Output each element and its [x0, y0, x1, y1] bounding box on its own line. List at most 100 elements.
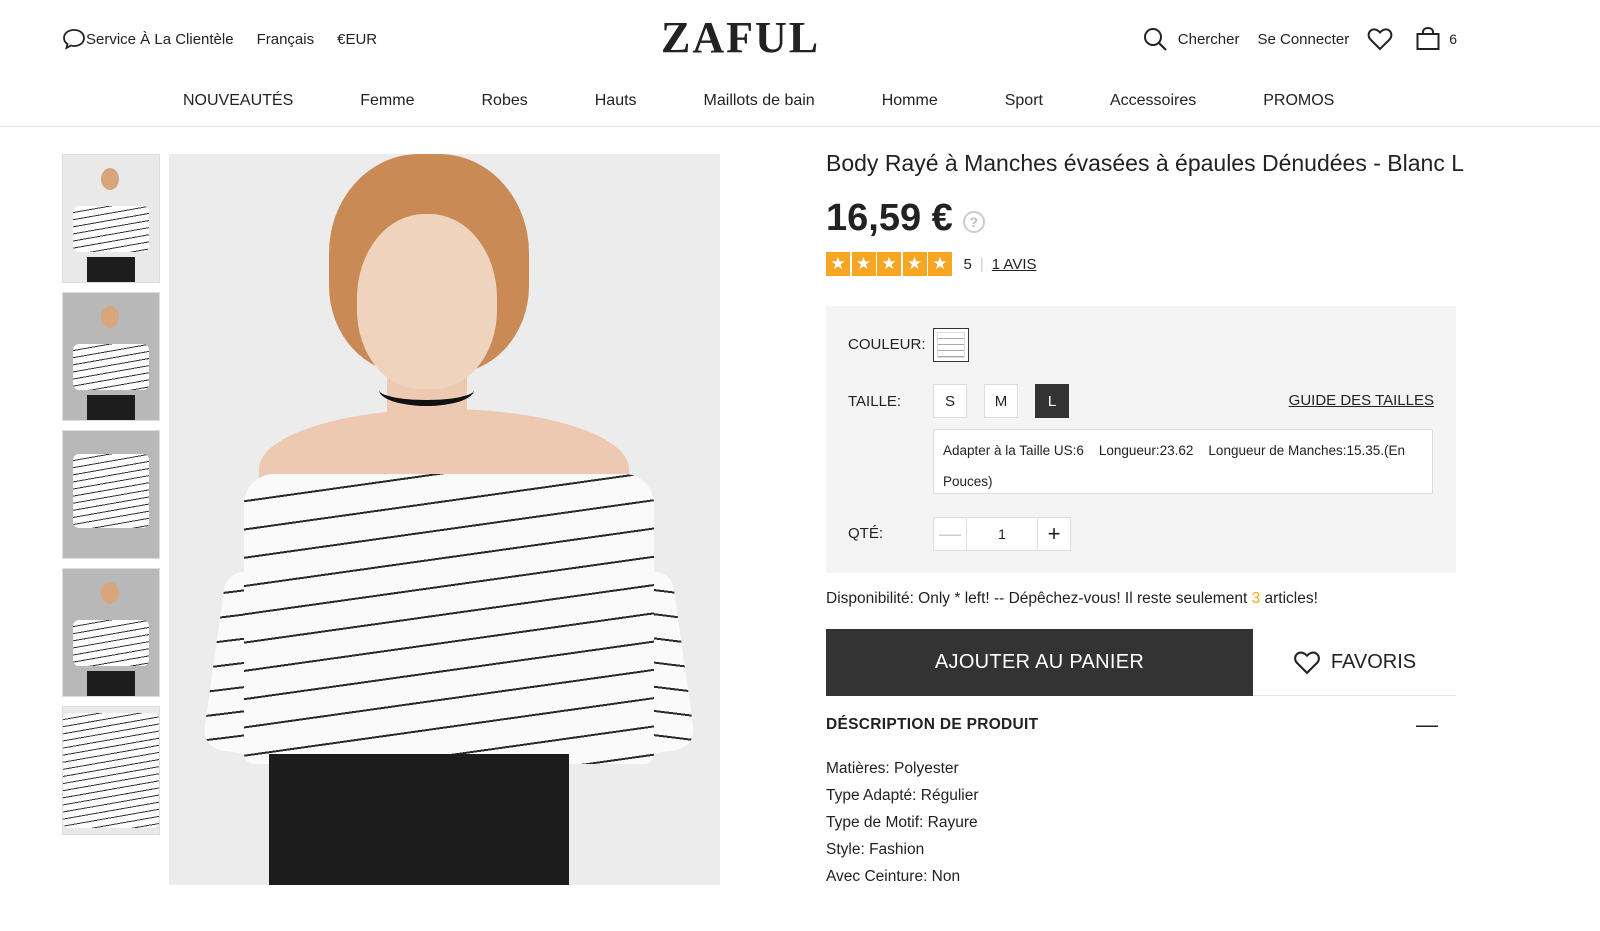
- collapse-icon[interactable]: —: [1416, 714, 1438, 736]
- thumbnail-4[interactable]: [62, 568, 160, 697]
- size-option-l[interactable]: L: [1035, 384, 1069, 418]
- description-title: DÉSCRIPTION DE PRODUIT: [826, 716, 1039, 733]
- size-selector: S M L: [933, 384, 1086, 418]
- search-button[interactable]: Chercher: [1142, 26, 1240, 52]
- thumbnail-3[interactable]: [62, 430, 160, 559]
- cart-button[interactable]: 6: [1415, 26, 1457, 52]
- description-item: Avec Ceinture: Non: [826, 868, 961, 885]
- customer-service-link[interactable]: Service À La Clientèle: [62, 28, 234, 50]
- favorites-button[interactable]: FAVORIS: [1253, 629, 1456, 696]
- model-jeans: [269, 754, 569, 885]
- size-guide-link[interactable]: GUIDE DES TAILLES: [1289, 392, 1434, 409]
- color-label: COULEUR:: [848, 336, 926, 353]
- thumbnail-model-head: [101, 581, 120, 604]
- help-icon[interactable]: ?: [962, 210, 985, 233]
- thumbnail-striped-top: [73, 453, 149, 528]
- heart-icon: [1367, 28, 1393, 51]
- availability-count: 3: [1251, 590, 1261, 607]
- nav-item-maillots[interactable]: Maillots de bain: [704, 92, 815, 110]
- wishlist-button[interactable]: [1367, 27, 1393, 51]
- thumbnail-striped-top: [63, 713, 159, 828]
- search-label: Chercher: [1177, 30, 1240, 48]
- star-icon: ★: [877, 252, 901, 276]
- description-item: Type de Motif: Rayure: [826, 814, 978, 831]
- striped-bodysuit: [244, 474, 654, 764]
- rating-value: 5: [963, 255, 972, 273]
- size-option-m[interactable]: M: [984, 384, 1018, 418]
- nav-item-homme[interactable]: Homme: [882, 92, 938, 110]
- thumbnail-1[interactable]: [62, 154, 160, 283]
- heart-icon: [1294, 651, 1320, 674]
- model-choker: [379, 374, 474, 406]
- customer-service-label: Service À La Clientèle: [86, 30, 234, 48]
- thumbnail-jeans: [87, 256, 135, 282]
- language-selector[interactable]: Français: [257, 31, 315, 48]
- qty-decrease-button[interactable]: —: [934, 518, 967, 550]
- color-swatch-white[interactable]: [933, 328, 969, 362]
- login-link[interactable]: Se Connecter: [1257, 31, 1349, 48]
- size-option-s[interactable]: S: [933, 384, 967, 418]
- swatch-pattern: [937, 332, 965, 358]
- login-label: Se Connecter: [1257, 30, 1350, 48]
- product-title: Body Rayé à Manches évasées à épaules Dé…: [826, 150, 1465, 176]
- star-icon: ★: [902, 252, 927, 276]
- nav-item-femme[interactable]: Femme: [360, 92, 414, 110]
- thumbnail-gallery: [62, 154, 160, 844]
- site-logo[interactable]: ZAFUL: [661, 12, 820, 63]
- nav-item-nouveautes[interactable]: NOUVEAUTÉS: [183, 92, 293, 110]
- product-options: COULEUR: TAILLE: S M L GUIDE DES TAILLES…: [826, 306, 1456, 573]
- thumbnail-striped-top: [73, 205, 149, 252]
- thumbnail-model-head: [101, 305, 120, 328]
- thumbnail-striped-top: [73, 343, 149, 390]
- size-label: TAILLE:: [848, 393, 902, 410]
- language-label: Français: [256, 30, 315, 48]
- currency-label: €EUR: [337, 30, 378, 48]
- description-item: Style: Fashion: [826, 841, 925, 858]
- size-info-box: Adapter à la Taille US:6 Longueur:23.62 …: [933, 429, 1433, 494]
- header-left: Service À La Clientèle Français €EUR: [62, 28, 400, 50]
- star-icon: ★: [851, 252, 876, 276]
- availability-prefix: Disponibilité: Only * left! -- Dépêchez-…: [826, 590, 1252, 607]
- nav-item-promos[interactable]: PROMOS: [1263, 92, 1334, 110]
- availability-text: Disponibilité: Only * left! -- Dépêchez-…: [826, 590, 1318, 608]
- product-info: Body Rayé à Manches évasées à épaules Dé…: [826, 150, 1465, 276]
- star-rating: ★ ★ ★ ★ ★: [826, 252, 954, 276]
- qty-label: QTÉ:: [848, 525, 884, 542]
- description-item: Matières: Polyester: [826, 760, 959, 777]
- nav-item-hauts[interactable]: Hauts: [595, 92, 637, 110]
- nav-item-sport[interactable]: Sport: [1005, 92, 1043, 110]
- price-row: 16,59 € ?: [826, 197, 1456, 240]
- thumbnail-5[interactable]: [62, 706, 160, 835]
- thumbnail-2[interactable]: [62, 292, 160, 421]
- cart-count: 6: [1449, 31, 1457, 47]
- add-to-cart-button[interactable]: AJOUTER AU PANIER: [826, 629, 1253, 696]
- nav-item-robes[interactable]: Robes: [481, 92, 527, 110]
- main-product-image[interactable]: [169, 154, 720, 885]
- qty-input[interactable]: 1: [967, 518, 1037, 550]
- thumbnail-jeans: [87, 394, 135, 420]
- product-price: 16,59 €: [826, 197, 953, 239]
- description-header[interactable]: DÉSCRIPTION DE PRODUIT —: [826, 714, 1456, 736]
- description-list: Matières: Polyester Type Adapté: Régulie…: [826, 755, 979, 890]
- chat-bubble-icon: [63, 29, 85, 50]
- star-icon: ★: [928, 252, 952, 276]
- thumbnail-model-head: [101, 167, 120, 190]
- reviews-link[interactable]: 1 AVIS: [992, 256, 1037, 273]
- nav-item-accessoires[interactable]: Accessoires: [1110, 92, 1196, 110]
- shopping-bag-icon: [1416, 26, 1440, 50]
- rating-row: ★ ★ ★ ★ ★ 5 | 1 AVIS: [826, 252, 1456, 276]
- thumbnail-striped-top: [73, 619, 149, 666]
- rating-separator: |: [979, 255, 984, 273]
- top-header: Service À La Clientèle Français €EUR ZAF…: [0, 0, 1600, 78]
- add-to-cart-label: AJOUTER AU PANIER: [934, 651, 1145, 673]
- model-face: [357, 214, 497, 389]
- description-item: Type Adapté: Régulier: [826, 787, 979, 804]
- qty-increase-button[interactable]: +: [1037, 518, 1070, 550]
- currency-selector[interactable]: €EUR: [337, 31, 377, 48]
- main-navigation: NOUVEAUTÉS Femme Robes Hauts Maillots de…: [0, 78, 1600, 127]
- search-icon: [1143, 28, 1167, 51]
- thumbnail-jeans: [87, 670, 135, 696]
- availability-suffix: articles!: [1260, 590, 1318, 607]
- header-right: Chercher Se Connecter 6: [1124, 26, 1457, 52]
- favorites-label: FAVORIS: [1330, 650, 1417, 673]
